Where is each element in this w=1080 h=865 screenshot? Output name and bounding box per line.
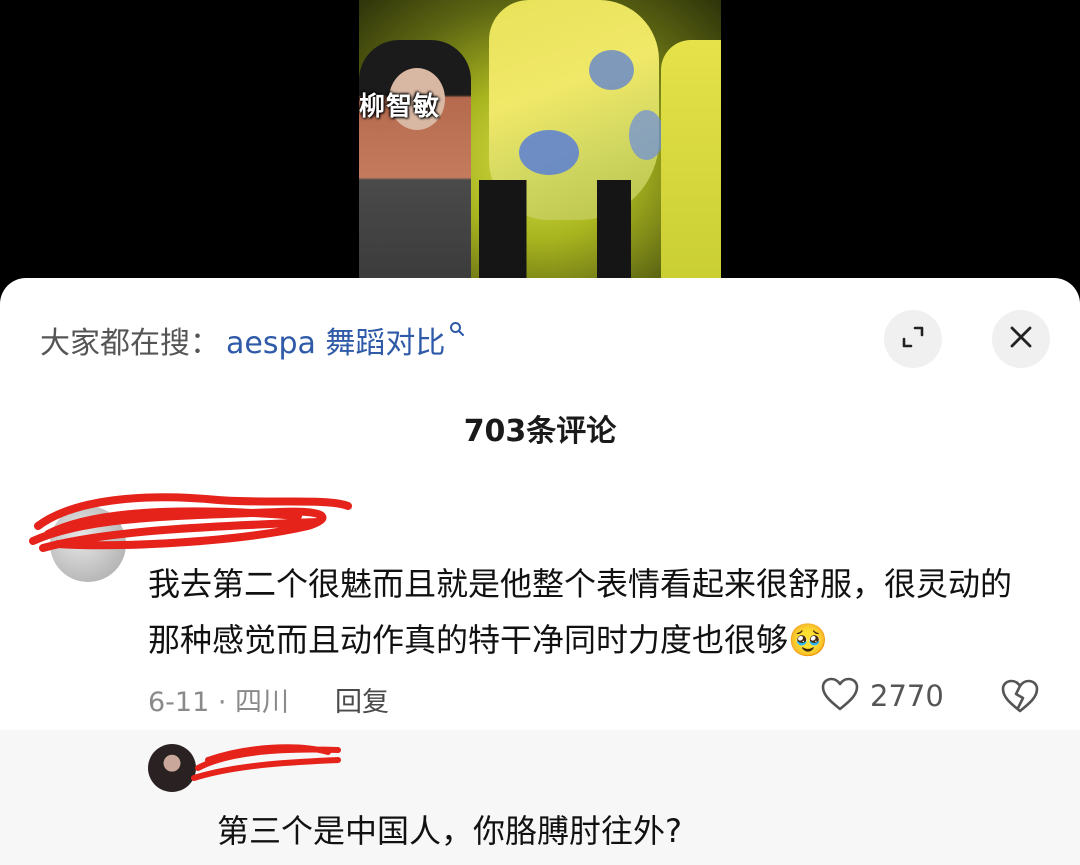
comment-count-title: 703条评论 xyxy=(463,414,617,449)
video-player[interactable]: 柳智敏 xyxy=(359,0,721,290)
reply-thread: 第三个是中国人，你胳膊肘往外? xyxy=(0,730,1080,865)
dislike-button[interactable] xyxy=(1000,678,1040,718)
comment-date-location: 6-11 · 四川 xyxy=(148,687,290,718)
search-icon xyxy=(449,318,465,342)
video-frame-right-person xyxy=(661,40,721,290)
search-suggestion[interactable]: 大家都在搜： aespa 舞蹈对比 xyxy=(40,318,465,362)
redaction-scribble xyxy=(29,493,352,552)
video-frame-left-person xyxy=(359,40,471,290)
pleading-face-emoji: 🥹 xyxy=(788,621,828,659)
expand-icon xyxy=(899,323,927,355)
expand-button[interactable] xyxy=(884,310,942,368)
reply-button[interactable]: 回复 xyxy=(335,680,389,719)
search-suggestion-query[interactable]: aespa 舞蹈对比 xyxy=(226,318,445,362)
reply-text: 第三个是中国人，你胳膊肘往外? xyxy=(217,812,682,850)
heart-icon xyxy=(820,676,860,716)
redaction-scribble xyxy=(191,744,341,781)
comment-text: 我去第二个很魅而且就是他整个表情看起来很舒服，很灵动的那种感觉而且动作真的特干净… xyxy=(148,565,1013,659)
like-count: 2770 xyxy=(870,679,944,713)
like-button[interactable]: 2770 xyxy=(820,676,944,716)
comments-sheet: 大家都在搜： aespa 舞蹈对比 703条评论 我去第二个很魅而且就是他整个表… xyxy=(0,278,1080,865)
close-icon xyxy=(1007,323,1035,355)
search-suggestion-prefix: 大家都在搜： xyxy=(40,326,220,361)
close-button[interactable] xyxy=(992,310,1050,368)
video-caption: 柳智敏 xyxy=(359,92,441,122)
broken-heart-icon xyxy=(1000,679,1040,718)
